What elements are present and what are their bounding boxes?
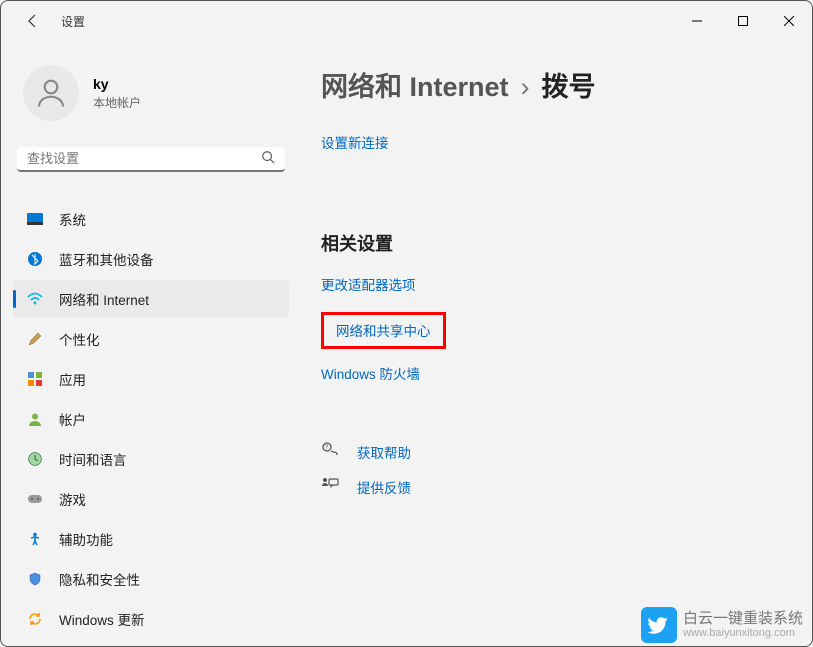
sidebar-item-network[interactable]: 网络和 Internet (13, 280, 289, 318)
related-settings-title: 相关设置 (321, 230, 782, 256)
chevron-right-icon: › (521, 72, 530, 103)
watermark-logo-icon (641, 607, 677, 643)
network-sharing-center-link[interactable]: 网络和共享中心 (336, 320, 431, 340)
breadcrumb-current: 拨号 (542, 65, 596, 104)
change-adapter-link[interactable]: 更改适配器选项 (321, 274, 416, 294)
highlight-box: 网络和共享中心 (321, 312, 446, 349)
sidebar-item-label: Windows 更新 (59, 609, 145, 629)
sidebar-item-label: 辅助功能 (59, 529, 113, 549)
user-block[interactable]: ky 本地帐户 (9, 47, 293, 143)
sidebar-item-apps[interactable]: 应用 (13, 360, 289, 398)
titlebar: 设置 (1, 1, 812, 41)
get-help-link[interactable]: 获取帮助 (357, 442, 411, 462)
sidebar-item-label: 应用 (59, 369, 86, 389)
search-input[interactable] (27, 151, 261, 166)
sidebar-item-label: 个性化 (59, 329, 100, 349)
nav: 系统 蓝牙和其他设备 网络和 Internet 个性化 应用 (9, 200, 293, 638)
app-title: 设置 (61, 13, 85, 30)
close-button[interactable] (766, 5, 812, 37)
sidebar-item-personalization[interactable]: 个性化 (13, 320, 289, 358)
user-name: ky (93, 76, 141, 92)
window-controls (674, 5, 812, 37)
sidebar-item-label: 时间和语言 (59, 449, 127, 469)
sidebar-item-accounts[interactable]: 帐户 (13, 400, 289, 438)
wifi-icon (25, 289, 45, 309)
watermark-text: 白云一键重装系统 (683, 611, 803, 628)
update-icon (25, 609, 45, 629)
breadcrumb-parent[interactable]: 网络和 Internet (321, 65, 509, 104)
sidebar-item-system[interactable]: 系统 (13, 200, 289, 238)
gamepad-icon (25, 489, 45, 509)
sidebar-item-label: 帐户 (59, 409, 86, 429)
watermark-url: www.baiyunxitong.com (683, 627, 803, 639)
minimize-button[interactable] (674, 5, 720, 37)
apps-icon (25, 369, 45, 389)
system-icon (25, 209, 45, 229)
help-icon: ? (321, 441, 341, 463)
search-box[interactable] (17, 147, 285, 172)
maximize-button[interactable] (720, 5, 766, 37)
give-feedback-link[interactable]: 提供反馈 (357, 477, 411, 497)
accessibility-icon (25, 529, 45, 549)
windows-firewall-link[interactable]: Windows 防火墙 (321, 363, 420, 383)
sidebar-item-accessibility[interactable]: 辅助功能 (13, 520, 289, 558)
watermark: 白云一键重装系统 www.baiyunxitong.com (641, 607, 803, 643)
sidebar-item-privacy[interactable]: 隐私和安全性 (13, 560, 289, 598)
sidebar-item-label: 系统 (59, 209, 86, 229)
setup-new-connection-link[interactable]: 设置新连接 (321, 132, 389, 152)
brush-icon (25, 329, 45, 349)
sidebar-item-update[interactable]: Windows 更新 (13, 600, 289, 638)
sidebar-item-time-language[interactable]: 时间和语言 (13, 440, 289, 478)
person-icon (25, 409, 45, 429)
shield-icon (25, 569, 45, 589)
sidebar-item-label: 游戏 (59, 489, 86, 509)
avatar (23, 65, 79, 121)
back-button[interactable] (19, 7, 47, 35)
sidebar-item-label: 隐私和安全性 (59, 569, 140, 589)
feedback-icon (321, 477, 341, 497)
search-icon (261, 150, 275, 167)
breadcrumb: 网络和 Internet › 拨号 (321, 65, 782, 104)
sidebar: ky 本地帐户 系统 蓝牙和其他设备 (1, 41, 301, 646)
sidebar-item-label: 蓝牙和其他设备 (59, 249, 154, 269)
sidebar-item-gaming[interactable]: 游戏 (13, 480, 289, 518)
main-content: 网络和 Internet › 拨号 设置新连接 相关设置 更改适配器选项 网络和… (301, 41, 812, 646)
sidebar-item-label: 网络和 Internet (59, 289, 149, 309)
user-subtitle: 本地帐户 (93, 94, 141, 111)
clock-icon (25, 449, 45, 469)
sidebar-item-bluetooth[interactable]: 蓝牙和其他设备 (13, 240, 289, 278)
bluetooth-icon (25, 249, 45, 269)
